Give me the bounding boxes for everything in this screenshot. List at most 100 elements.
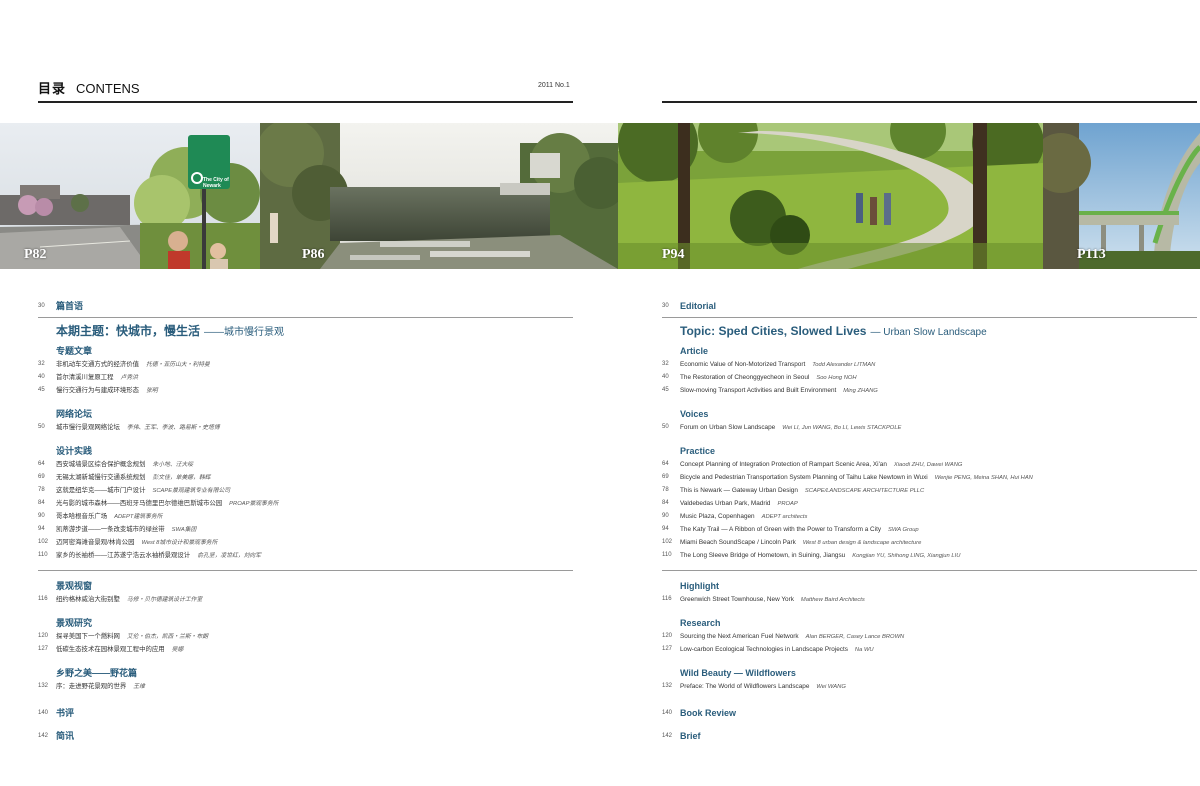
entry-title: Miami Beach SoundScape / Lincoln Park: [680, 539, 796, 546]
entry-title: Book Review: [680, 708, 737, 718]
toc-entry[interactable]: 45 Slow-moving Transport Activities and B…: [662, 384, 1197, 397]
entry-author: 托德・亚历山大・利特曼: [146, 362, 210, 368]
toc-entry[interactable]: 120 Sourcing the Next American Fuel Netwo…: [662, 630, 1197, 643]
entry-title: Music Plaza, Copenhagen: [680, 513, 755, 520]
toc-entry[interactable]: 84 Valdebedas Urban Park, Madrid PROAP: [662, 497, 1197, 510]
section-heading-highlight: 景观视窗: [56, 581, 93, 591]
toc-entry[interactable]: 50 Forum on Urban Slow Landscape Wei LI, J…: [662, 421, 1197, 434]
toc-entry[interactable]: 94 凯蒂游步道——一条改变城市的绿丝带 SWA集团: [38, 523, 573, 536]
entry-title: This is Newark — Gateway Urban Design: [680, 487, 798, 494]
section-rule: [662, 317, 1197, 318]
topic-title: 本期主题：快城市，慢生活 ——城市慢行景观: [38, 322, 573, 340]
toc-entry[interactable]: 84 光与影的城市森林——西班牙马德里巴尔德维巴斯城市公园 PROAP景观事务所: [38, 497, 573, 510]
entry-title: 哥本哈根音乐广场: [56, 513, 108, 520]
entry-author: 卢秀洪: [120, 375, 138, 381]
page-number: 30: [662, 303, 669, 309]
section-rule: [38, 317, 573, 318]
photo-p86: P86: [260, 123, 618, 269]
entry-title: Editorial: [680, 301, 717, 311]
entry-author: ADEPT建筑事务所: [114, 514, 163, 520]
entry-title: 低碳生态技术在园林景观工程中的应用: [56, 646, 165, 653]
toc-entry[interactable]: 120 探寻美国下一个燃料网 艾伦・伯杰，凯西・兰斯・布朗: [38, 630, 573, 643]
entry-title: 书评: [56, 708, 75, 718]
entry-title: Concept Planning of Integration Protecti…: [680, 461, 887, 468]
topic-sub: — Urban Slow Landscape: [870, 327, 987, 338]
page-number: 120: [662, 633, 673, 639]
toc-english: 30 Editorial Topic: Sped Cities, Slowed L…: [662, 300, 1197, 743]
entry-title: 首尔清溪川复原工程: [56, 374, 114, 381]
entry-title: Sourcing the Next American Fuel Network: [680, 633, 799, 640]
page-number: 116: [38, 596, 48, 602]
toc-entry[interactable]: 132 Preface: The World of Wildflowers Lan…: [662, 680, 1197, 693]
toc-entry[interactable]: 116 纽约格林威治大街别墅 马修・贝尔德建筑设计工作室: [38, 593, 573, 606]
photo-label-p94: P94: [662, 247, 685, 262]
entry-title: 非机动车交通方式的经济价值: [56, 361, 140, 368]
toc-entry[interactable]: 78 This is Newark — Gateway Urban Design S…: [662, 484, 1197, 497]
toc-entry[interactable]: 90 Music Plaza, Copenhagen ADEPT architect…: [662, 510, 1197, 523]
page-number: 90: [38, 513, 45, 519]
entry-title: Economic Value of Non-Motorized Transpor…: [680, 361, 806, 368]
toc-entry[interactable]: 78 这就是纽华克——城市门户设计 SCAPE景观建筑专业有限公司: [38, 484, 573, 497]
entry-author: 马修・贝尔德建筑设计工作室: [126, 597, 203, 603]
toc-entry[interactable]: 127 低碳生态技术在园林景观工程中的应用 吴娜: [38, 643, 573, 656]
photo-p82: The City of Newark P82: [0, 123, 260, 269]
toc-entry[interactable]: 94 The Katy Trail — A Ribbon of Green wit…: [662, 523, 1197, 536]
photo-p113: P113: [1043, 123, 1200, 269]
toc-entry[interactable]: 102 Miami Beach SoundScape / Lincoln Park…: [662, 536, 1197, 549]
entry-author: Wei LI, Jun WANG, Bo LI, Lewis STACKPOLE: [782, 425, 902, 431]
page-number: 40: [662, 374, 669, 380]
toc-entry[interactable]: 69 Bicycle and Pedestrian Transportation …: [662, 471, 1197, 484]
entry-title: 凯蒂游步道——一条改变城市的绿丝带: [56, 526, 165, 533]
page-number: 142: [38, 733, 49, 739]
page-number: 64: [662, 461, 669, 467]
entry-title: 迈阿密海滩音景观/林肯公园: [56, 539, 135, 546]
entry-author: Kongjian YU, Shihong LING, Xiangjun LIU: [852, 553, 961, 559]
entry-author: 王维: [133, 684, 145, 690]
toc-entry[interactable]: 64 Concept Planning of Integration Protec…: [662, 458, 1197, 471]
toc-entry[interactable]: 102 迈阿密海滩音景观/林肯公园 West 8城市设计和景观事务所: [38, 536, 573, 549]
topic-main: Topic: Sped Cities, Slowed Lives: [680, 324, 867, 338]
toc-entry-book-review[interactable]: 140 Book Review: [662, 707, 1197, 720]
toc-entry[interactable]: 45 慢行交通行为与建成环境形态 张明: [38, 384, 573, 397]
toc-entry-brief[interactable]: 142 Brief: [662, 730, 1197, 743]
page-number: 90: [662, 513, 669, 519]
toc-entry[interactable]: 132 序：走进野花景观的世界 王维: [38, 680, 573, 693]
contents-title: 目录 CONTENS: [38, 78, 140, 97]
toc-entry[interactable]: 50 城市慢行景观网络论坛 李伟、王军、李波、路易斯・史塔博: [38, 421, 573, 434]
section-heading-article: Article: [680, 346, 709, 356]
toc-entry[interactable]: 127 Low-carbon Ecological Technologies in…: [662, 643, 1197, 656]
toc-entry[interactable]: 110 The Long Sleeve Bridge of Hometown, i…: [662, 549, 1197, 562]
toc-entry[interactable]: 69 无锡太湖新城慢行交通系统规划 彭文佳，单美娜，韩辉: [38, 471, 573, 484]
entry-author: Todd Alexander LITMAN: [812, 362, 876, 368]
toc-entry-editorial[interactable]: 30 Editorial: [662, 300, 1197, 313]
page-number: 50: [662, 424, 669, 430]
toc-entry[interactable]: 32 非机动车交通方式的经济价值 托德・亚历山大・利特曼: [38, 358, 573, 371]
page-number: 32: [38, 361, 45, 367]
toc-entry[interactable]: 64 西安城墙景区综合保护概念规划 朱小地、汪大绥: [38, 458, 573, 471]
entry-author: Ming ZHANG: [843, 388, 878, 394]
photo-label-p113: P113: [1077, 247, 1106, 262]
toc-entry[interactable]: 32 Economic Value of Non-Motorized Transp…: [662, 358, 1197, 371]
toc-entry[interactable]: 116 Greenwich Street Townhouse, New York M…: [662, 593, 1197, 606]
toc-entry[interactable]: 110 家乡的长袖桥——江苏遂宁浩云水袖桥景观设计 俞孔坚，凌世红，刘向军: [38, 549, 573, 562]
page-number: 69: [662, 474, 669, 480]
page-number: 127: [662, 646, 673, 652]
toc-entry[interactable]: 90 哥本哈根音乐广场 ADEPT建筑事务所: [38, 510, 573, 523]
page-number: 78: [662, 487, 669, 493]
page-number: 142: [662, 733, 673, 739]
page-number: 64: [38, 461, 45, 467]
entry-author: 俞孔坚，凌世红，刘向军: [197, 553, 261, 559]
photo-p94: P94: [618, 123, 1043, 269]
toc-entry[interactable]: 40 The Restoration of Cheonggyecheon in S…: [662, 371, 1197, 384]
section-heading-wild: Wild Beauty — Wildflowers: [680, 668, 796, 678]
header-rule-right: [662, 101, 1197, 103]
entry-author: SWA Group: [888, 527, 919, 533]
toc-entry-editorial[interactable]: 30 篇首语: [38, 300, 573, 313]
entry-title: 西安城墙景区综合保护概念规划: [56, 461, 146, 468]
toc-entry-book-review[interactable]: 140 书评: [38, 707, 573, 720]
entry-author: ADEPT architects: [761, 514, 808, 520]
entry-author: SCAPE/LANDSCAPE ARCHITECTURE PLLC: [804, 488, 925, 494]
section-heading-practice: Practice: [680, 446, 716, 456]
toc-entry-brief[interactable]: 142 简讯: [38, 730, 573, 743]
toc-entry[interactable]: 40 首尔清溪川复原工程 卢秀洪: [38, 371, 573, 384]
